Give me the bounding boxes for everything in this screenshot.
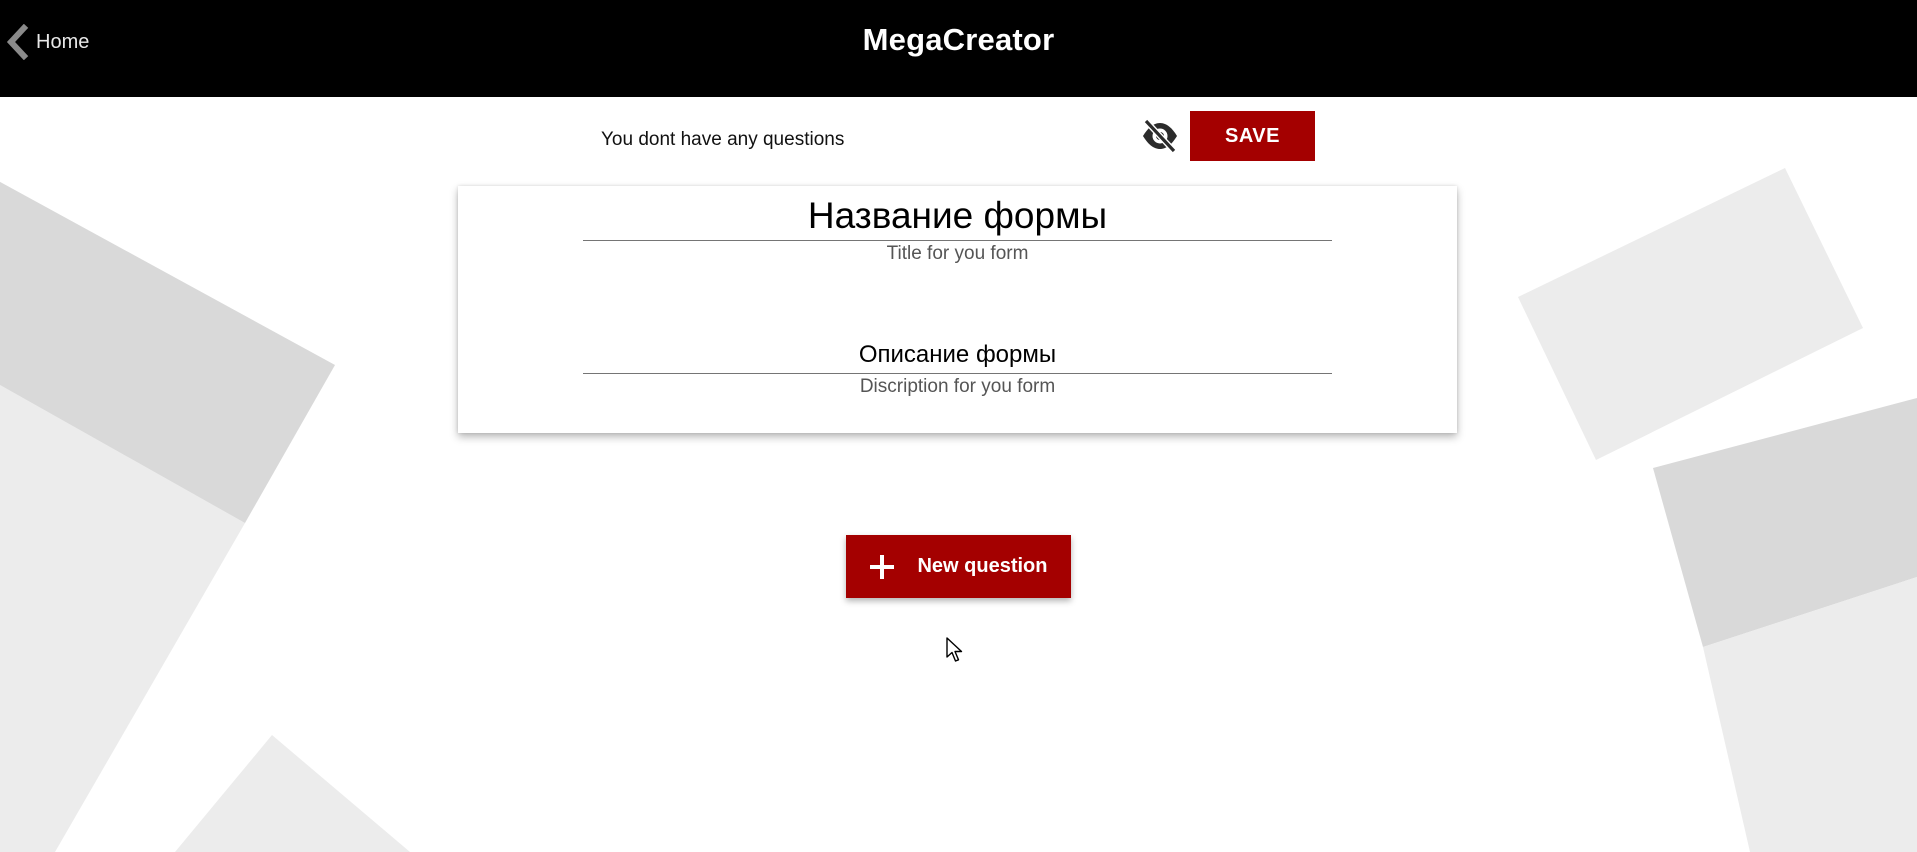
form-description-input[interactable]: Описание формы <box>583 339 1332 373</box>
questions-status-text: You dont have any questions <box>601 129 845 150</box>
bg-shape-right-top <box>1518 168 1863 460</box>
save-button[interactable]: SAVE <box>1190 111 1315 161</box>
form-title-underline <box>583 240 1332 241</box>
app-header: Home MegaCreator <box>0 0 1917 97</box>
form-title-field: Название формы Title for you form <box>583 194 1332 265</box>
form-title-input[interactable]: Название формы <box>583 194 1332 240</box>
eye-off-icon <box>1143 118 1177 154</box>
form-description-field: Описание формы Discription for you form <box>583 339 1332 398</box>
bg-shape-left-bottom <box>175 735 410 852</box>
new-question-button[interactable]: New question <box>846 535 1071 598</box>
form-toolbar: You dont have any questions SAVE <box>0 110 1917 162</box>
mouse-cursor-icon <box>946 637 963 662</box>
form-header-card: Название формы Title for you form Описан… <box>458 186 1457 433</box>
form-description-hint: Discription for you form <box>859 376 1056 397</box>
form-title-hint: Title for you form <box>886 243 1029 264</box>
page: Home MegaCreator You dont have any quest… <box>0 0 1917 852</box>
visibility-toggle-button[interactable] <box>1141 118 1179 154</box>
plus-icon <box>870 554 895 579</box>
new-question-label: New question <box>917 555 1048 577</box>
form-description-underline <box>583 373 1332 374</box>
app-title: MegaCreator <box>862 22 1055 57</box>
